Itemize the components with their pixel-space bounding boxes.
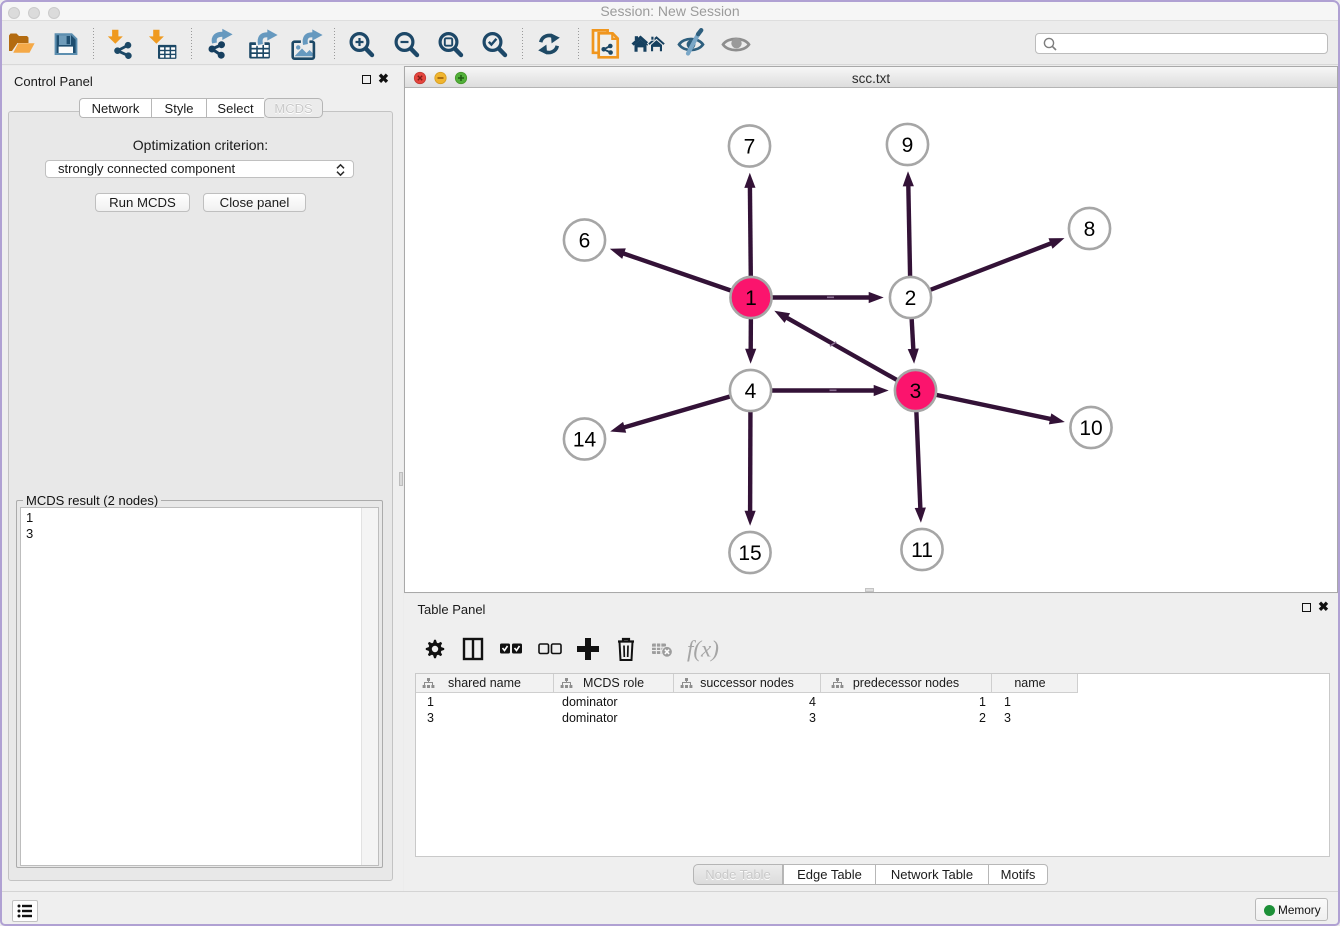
svg-text:8: 8 xyxy=(1084,218,1096,241)
svg-text:15: 15 xyxy=(738,542,761,565)
svg-text:f(x): f(x) xyxy=(687,637,719,662)
svg-text:14: 14 xyxy=(573,429,597,452)
svg-text:11: 11 xyxy=(911,539,933,562)
svg-text:4: 4 xyxy=(745,380,757,403)
svg-text:10: 10 xyxy=(1079,417,1102,440)
svg-text:2: 2 xyxy=(905,287,917,310)
svg-text:1: 1 xyxy=(745,287,757,310)
svg-text:9: 9 xyxy=(902,134,914,157)
svg-text:6: 6 xyxy=(579,230,591,253)
svg-text:7: 7 xyxy=(744,136,756,159)
svg-text:3: 3 xyxy=(910,380,922,403)
